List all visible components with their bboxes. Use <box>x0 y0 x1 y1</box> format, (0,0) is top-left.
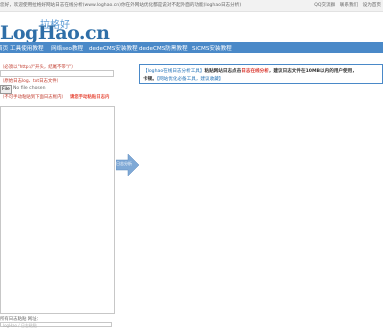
analyze-label: 日志分析 <box>116 161 132 166</box>
notice-link[interactable]: 【网站优化必备工具，建议收藏】 <box>157 77 224 82</box>
notice-line-2: 卡顿。【网站优化必备工具，建议收藏】 <box>143 76 223 82</box>
notice-text-2: ，建议日志文件在10MB以内的用户使用， <box>268 69 357 74</box>
footer-input[interactable]: logHao / 日志粘贴 <box>0 322 112 328</box>
qq-group-link[interactable]: QQ交流群 <box>314 3 335 8</box>
analyze-button[interactable]: 日志分析 <box>116 153 140 177</box>
notice-line-1: 【loghao在线日志分析工具】粘贴网站日志点击日志在线分析，建议日志文件在10… <box>143 68 357 74</box>
site-url-input[interactable] <box>0 70 114 77</box>
notice-highlight: 日志在线分析 <box>241 69 269 74</box>
notice-box: 【loghao在线日志分析工具】粘贴网站日志点击日志在线分析，建议日志文件在10… <box>139 64 383 84</box>
main-nav: 首页 工具使用教程 网络seo教程 dedeCMS安装教程 dedeCMS防黑教… <box>0 42 383 53</box>
notice-line2-prefix: 卡顿。 <box>143 77 157 82</box>
top-bar: 您好，欢迎使用拉格好网站日志在线分析(www.loghao.cn)你在外网站优化… <box>0 0 383 12</box>
welcome-text: 您好，欢迎使用拉格好网站日志在线分析(www.loghao.cn)你在外网站优化… <box>0 3 242 8</box>
nav-item-dedecms-security[interactable]: dedeCMS防黑教程 <box>139 44 188 52</box>
top-links: QQ交流群 联系我们 设为首页 <box>311 2 381 8</box>
set-homepage-link[interactable]: 设为首页 <box>363 3 381 8</box>
paste-warning: 请您手动粘贴日志内 <box>69 95 110 100</box>
choose-file-button[interactable]: File <box>0 85 12 94</box>
nav-item-tool-tutorial[interactable]: 工具使用教程 <box>10 44 44 52</box>
paste-hint: （不可手动粘贴到下面日志框内） 请您手动粘贴日志内 <box>0 94 109 100</box>
file-status: No file chosen <box>13 86 46 91</box>
paste-hint-text: （不可手动粘贴到下面日志框内） <box>0 95 66 100</box>
notice-prefix: 【loghao在线日志分析工具】 <box>143 69 205 74</box>
log-textarea[interactable] <box>0 106 115 314</box>
contact-link[interactable]: 联系我们 <box>340 3 358 8</box>
file-hint: （原始日志log、txt日志文件） <box>0 79 62 84</box>
nav-item-seo-tutorial[interactable]: 网络seo教程 <box>51 44 83 52</box>
nav-item-sicms-install[interactable]: SiCMS安装教程 <box>192 44 232 52</box>
logo-wordmark[interactable]: LogHao.cn <box>0 22 110 44</box>
nav-item-dedecms-install[interactable]: dedeCMS安装教程 <box>89 44 138 52</box>
nav-item-home[interactable]: 首页 <box>0 44 8 52</box>
notice-text-1: 粘贴网站日志点击 <box>204 69 242 74</box>
